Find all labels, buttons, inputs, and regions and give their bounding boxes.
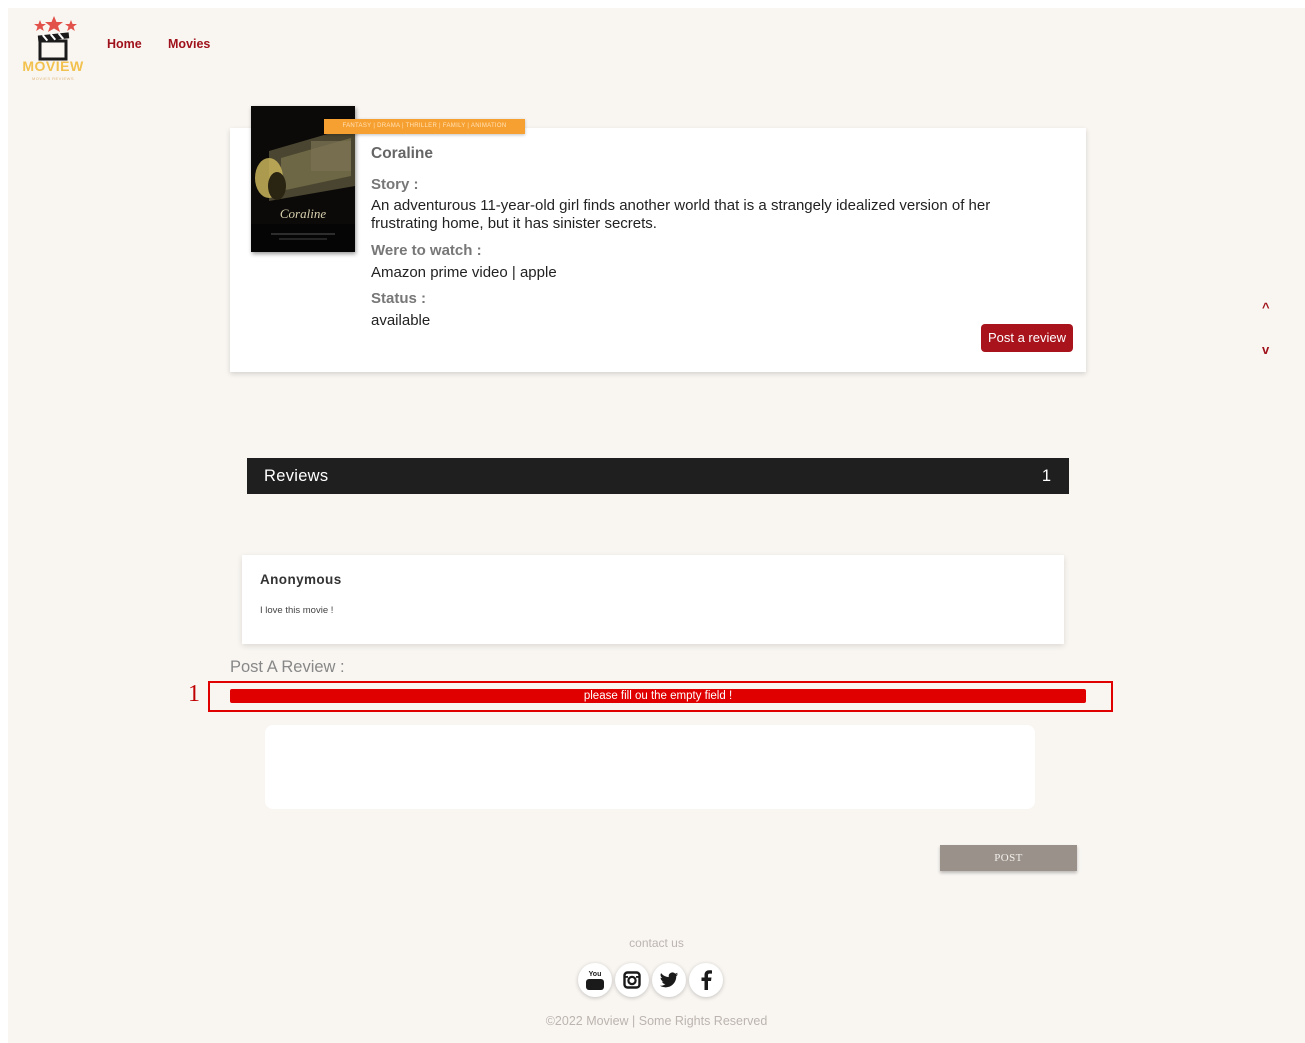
poster-title: Coraline [279,206,327,221]
post-a-review-button[interactable]: Post a review [981,324,1073,352]
post-button[interactable]: POST [940,845,1077,871]
review-text: I love this movie ! [260,605,334,616]
annotation-number: 1 [188,681,200,707]
movie-card [230,128,1086,372]
review-author: Anonymous [260,572,342,587]
logo-text: MOVIEW [22,58,84,74]
nav-movies[interactable]: Movies [168,37,210,51]
logo-tagline: MOVIES REVIEWS [31,76,75,81]
post-review-heading: Post A Review : [230,658,345,676]
genre-badge: FANTASY | DRAMA | THRILLER | FAMILY | AN… [324,119,525,134]
status-label: Status : [371,290,427,307]
page: MOVIEW MOVIES REVIEWS Home Movies Corali… [8,8,1305,1043]
nav-home[interactable]: Home [107,37,142,51]
watch-label: Were to watch : [371,242,482,259]
review-textarea[interactable] [265,725,1035,809]
twitter-icon[interactable] [652,963,686,997]
watch-text: Amazon prime video | apple [371,264,557,281]
reviews-title: Reviews [264,467,329,485]
contact-link[interactable]: contact us [8,936,1305,950]
site-logo[interactable]: MOVIEW MOVIES REVIEWS [20,14,86,84]
scroll-down-icon[interactable]: v [1262,342,1269,357]
status-text: available [371,312,431,329]
youtube-icon[interactable]: You Tube [578,963,612,997]
scroll-up-icon[interactable]: ^ [1262,300,1270,315]
copyright-text: ©2022 Moview | Some Rights Reserved [545,1014,768,1028]
error-message: please fill ou the empty field ! [230,689,1086,703]
clapperboard-icon [34,16,77,61]
review-item: Anonymous I love this movie ! [242,555,1064,644]
story-label: Story : [371,176,419,193]
youtube-icon-label: You Tube [586,971,604,987]
reviews-header: Reviews 1 [247,458,1069,494]
movie-title: Coraline [371,145,434,162]
story-text: An adventurous 11-year-old girl finds an… [371,197,991,232]
reviews-count: 1 [1041,467,1051,485]
instagram-icon[interactable] [615,963,649,997]
facebook-icon[interactable] [689,963,723,997]
